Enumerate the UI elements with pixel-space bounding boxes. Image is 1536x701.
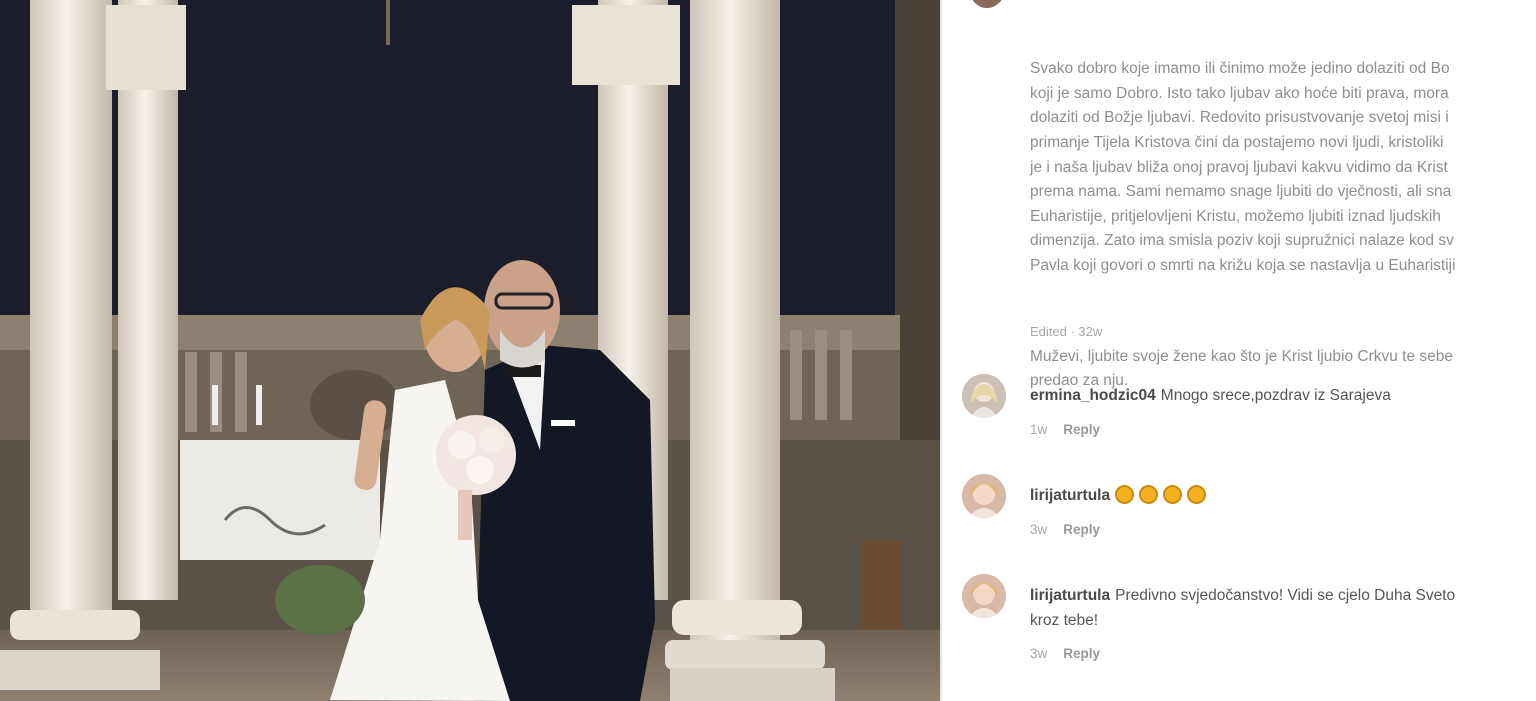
- comment-time: 3w: [1030, 522, 1048, 537]
- emoji-clap-icon: [1187, 485, 1207, 504]
- commenter-avatar[interactable]: [962, 474, 1006, 518]
- emoji-clap-icon: [1139, 485, 1159, 504]
- clapping-hands-icon: [1115, 485, 1211, 504]
- comment-username[interactable]: lirijaturtula: [1030, 587, 1110, 604]
- reply-button[interactable]: Reply: [1063, 646, 1100, 661]
- caption-line: Pavla koji govori o smrti na križu koja …: [1030, 256, 1456, 274]
- caption-line: primanje Tijela Kristova čini da postaje…: [1030, 133, 1444, 151]
- avatar-image: [962, 474, 1006, 518]
- wedding-photo-illustration: [0, 0, 940, 701]
- comment-meta: 1w Reply: [1030, 422, 1116, 437]
- caption-line: dimenzija. Zato ima smisla poziv koji su…: [1030, 232, 1454, 250]
- comment-text: lirijaturtula Predivno svjedočanstvo! Vid…: [1030, 584, 1536, 633]
- comment-meta: 3w Reply: [1030, 646, 1116, 661]
- emoji-clap-icon: [1163, 485, 1183, 504]
- caption-line: Svako dobro koje imamo ili činimo može j…: [1030, 60, 1450, 78]
- comment-text: lirijaturtula: [1030, 484, 1536, 509]
- comment-username[interactable]: ermina_hodzic04: [1030, 387, 1156, 404]
- caption-line: dolaziti od Božje ljubavi. Redovito pris…: [1030, 109, 1449, 127]
- commenter-avatar[interactable]: [962, 574, 1006, 618]
- caption-line: koji je samo Dobro. Isto tako ljubav ako…: [1030, 84, 1449, 102]
- caption-paragraph: Svako dobro koje imamo ili činimo može j…: [1030, 57, 1536, 278]
- caption-quote-line: Muževi, ljubite svoje žene kao što je Kr…: [1030, 347, 1454, 365]
- comment-username[interactable]: lirijaturtula: [1030, 487, 1110, 504]
- emoji-clap-icon: [1115, 485, 1135, 504]
- comment-body-line2: kroz tebe!: [1030, 611, 1099, 629]
- comment-time: 3w: [1030, 646, 1048, 661]
- comment-text: ermina_hodzic04 Mnogo srece,pozdrav iz Sa…: [1030, 384, 1536, 409]
- comment-body: Mnogo srece,pozdrav iz Sarajeva: [1160, 387, 1391, 404]
- avatar-image: [962, 574, 1006, 618]
- reply-button[interactable]: Reply: [1063, 422, 1100, 437]
- caption-line: prema nama. Sami nemamo snage ljubiti do…: [1030, 183, 1452, 201]
- avatar-image: [962, 374, 1006, 418]
- post-photo[interactable]: [0, 0, 940, 701]
- author-avatar[interactable]: [970, 0, 1004, 8]
- edited-timestamp: Edited · 32w: [1030, 324, 1103, 339]
- commenter-avatar[interactable]: [962, 374, 1006, 418]
- comment-meta: 3w Reply: [1030, 522, 1116, 537]
- caption-line: Euharistije, pritjelovljeni Kristu, može…: [1030, 207, 1441, 225]
- comment-time: 1w: [1030, 422, 1048, 437]
- comment-body: Predivno svjedočanstvo! Vidi se cjelo Du…: [1115, 587, 1456, 604]
- reply-button[interactable]: Reply: [1063, 522, 1100, 537]
- comments-panel[interactable]: Svako dobro koje imamo ili činimo može j…: [942, 0, 1536, 701]
- caption-line: je i naša ljubav bliža onoj pravoj ljuba…: [1030, 158, 1448, 176]
